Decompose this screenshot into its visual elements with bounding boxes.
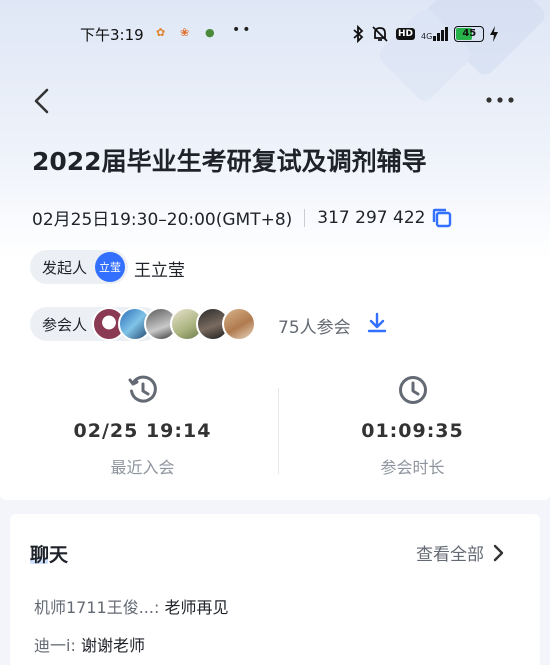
notification-app-icon: ● — [205, 26, 215, 39]
see-all-button[interactable]: 查看全部 — [416, 540, 504, 565]
message-sender: 迪一i: — [34, 636, 76, 655]
download-icon[interactable] — [366, 312, 388, 334]
meta-divider — [304, 208, 306, 227]
chat-message[interactable]: 机师1711王俊...: 老师再见 — [34, 594, 228, 618]
battery-level: 45 — [462, 28, 477, 39]
mute-bell-icon — [372, 26, 388, 42]
chevron-right-icon — [493, 544, 504, 561]
history-clock-icon — [128, 375, 157, 403]
stats-divider — [278, 388, 279, 474]
back-icon[interactable] — [30, 86, 54, 116]
avatar — [222, 307, 256, 341]
cellular-signal: 4G — [421, 27, 449, 41]
meeting-datetime: 02月25日19:30–20:00(GMT+8) — [32, 210, 293, 230]
status-time: 下午3:19 — [80, 26, 144, 44]
message-sender: 机师1711王俊...: — [34, 598, 160, 617]
more-options-icon[interactable] — [484, 92, 516, 108]
chat-message[interactable]: 迪一i: 谢谢老师 — [34, 632, 145, 656]
host-name: 王立莹 — [134, 261, 185, 281]
hd-badge: HD — [396, 28, 416, 40]
network-type: 4G — [421, 32, 433, 41]
notification-app-icon: ✿ — [156, 26, 166, 39]
chat-title: 聊天 — [30, 544, 69, 566]
stat-label: 参会时长 — [380, 458, 445, 477]
bluetooth-icon — [353, 25, 364, 43]
chat-card: 聊天 查看全部 机师1711王俊...: 老师再见 迪一i: 谢谢老师 — [10, 514, 540, 665]
charging-icon — [490, 26, 499, 42]
attendees-label: 参会人 — [42, 315, 88, 334]
stat-duration: 01:09:35 参会时长 — [275, 370, 550, 478]
see-all-label: 查看全部 — [416, 545, 484, 565]
decorative-shapes — [380, 0, 550, 120]
message-text: 谢谢老师 — [80, 636, 145, 655]
battery-icon: 45 — [454, 26, 485, 42]
stat-value: 01:09:35 — [361, 420, 464, 442]
attendee-count[interactable]: 75人参会 — [278, 313, 351, 338]
stat-label: 最近入会 — [110, 458, 175, 477]
status-icons: HD 4G 45 — [352, 23, 499, 45]
notification-app-icon: ❀ — [180, 26, 190, 39]
stat-value: 02/25 19:14 — [73, 420, 212, 442]
status-bar: 下午3:19 ✿ ❀ ● •• HD 4G 45 — [0, 20, 550, 48]
message-text: 老师再见 — [164, 598, 229, 617]
host-pill[interactable]: 发起人 立莹 — [30, 250, 128, 284]
copy-icon[interactable] — [431, 207, 453, 229]
meeting-id: 317 297 422 — [317, 207, 426, 228]
clock-icon — [398, 376, 427, 404]
meeting-meta: 02月25日19:30–20:00(GMT+8) 317 297 422 — [32, 205, 453, 230]
stat-last-join: 02/25 19:14 最近入会 — [5, 370, 280, 478]
host-avatar: 立莹 — [95, 252, 126, 282]
attendee-avatars[interactable] — [92, 307, 256, 341]
host-label: 发起人 — [42, 258, 88, 277]
meeting-title: 2022届毕业生考研复试及调剂辅导 — [32, 147, 427, 176]
more-notifications-icon: •• — [232, 22, 253, 38]
signal-bars-icon — [433, 27, 449, 41]
meeting-stats: 02/25 19:14 最近入会 01:09:35 参会时长 — [0, 370, 550, 480]
